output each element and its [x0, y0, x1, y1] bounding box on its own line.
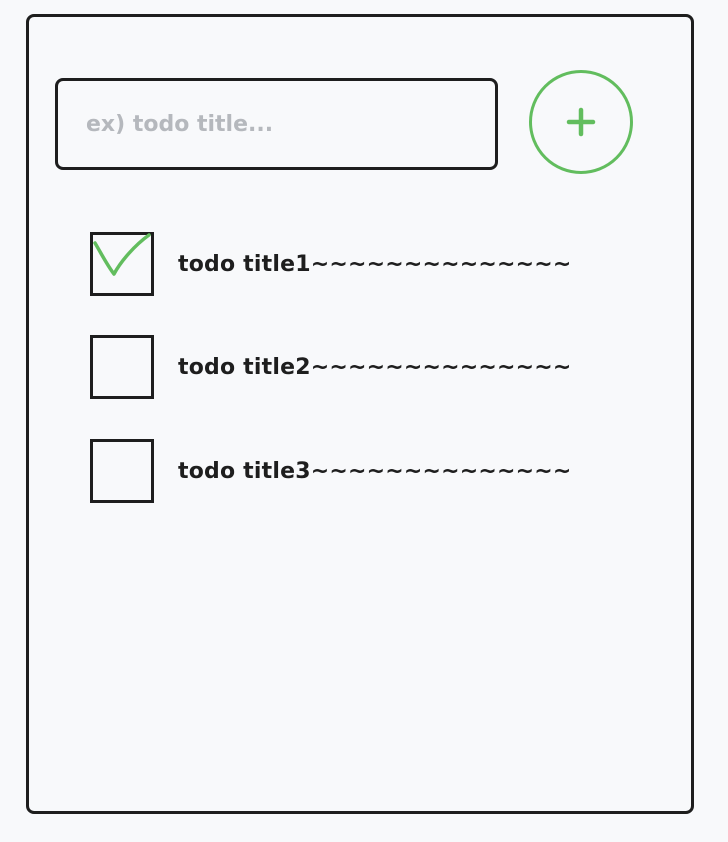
todo-title: todo title1~~~~~~~~~~~~~~ — [178, 251, 572, 277]
plus-icon — [566, 107, 596, 137]
todo-checkbox[interactable] — [90, 232, 154, 296]
todo-checkbox[interactable] — [90, 335, 154, 399]
todo-item: todo title3~~~~~~~~~~~~~~ — [90, 439, 572, 503]
add-todo-button[interactable] — [529, 70, 633, 174]
todo-title: todo title3~~~~~~~~~~~~~~ — [178, 458, 572, 484]
todo-title-field[interactable] — [55, 78, 498, 170]
todo-item: todo title1~~~~~~~~~~~~~~ — [90, 232, 572, 296]
todo-item: todo title2~~~~~~~~~~~~~~ — [90, 335, 572, 399]
todo-title-input[interactable] — [84, 110, 495, 138]
todo-title: todo title2~~~~~~~~~~~~~~ — [178, 354, 572, 380]
checkmark-icon — [93, 233, 151, 276]
todo-checkbox[interactable] — [90, 439, 154, 503]
